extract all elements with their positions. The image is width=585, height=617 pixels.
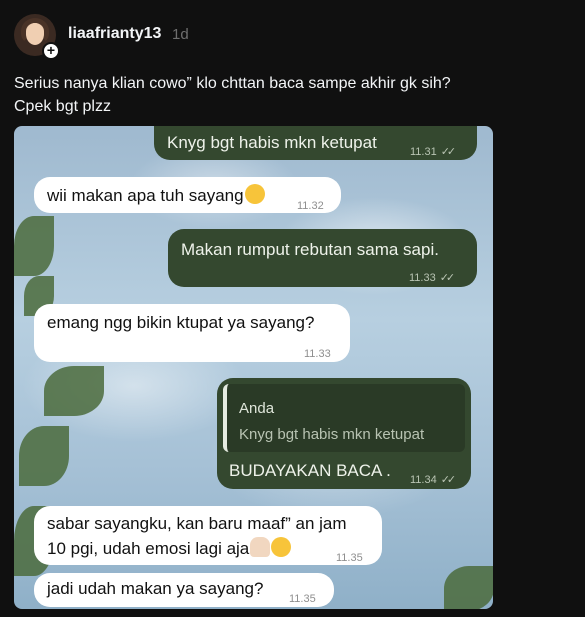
message-bubble-in[interactable]: emang ngg bikin ktupat ya sayang? 11.33 [34, 304, 350, 362]
message-time: 11.31 ✓✓ [410, 146, 457, 158]
message-time: 11.35 [289, 593, 316, 605]
post-caption: Serius nanya klian cowo” klo chttan baca… [14, 72, 554, 118]
message-time: 11.33 ✓✓ [409, 272, 456, 284]
follow-plus-icon[interactable]: + [42, 42, 60, 60]
leaf-decoration [14, 216, 54, 276]
avatar-face [26, 23, 44, 45]
quote-author: Anda [239, 400, 275, 417]
leaf-decoration [44, 366, 104, 416]
caption-line: Serius nanya klian cowo” klo chttan baca… [14, 75, 451, 92]
message-text: 10 pgi, udah emosi lagi aja [47, 537, 292, 560]
message-text: Knyg bgt habis mkn ketupat [167, 133, 377, 152]
read-ticks-icon: ✓✓ [439, 272, 456, 284]
read-ticks-icon: ✓✓ [440, 474, 457, 486]
message-bubble-in[interactable]: sabar sayangku, kan baru maaf” an jam 10… [34, 506, 382, 565]
message-time: 11.34 ✓✓ [410, 474, 457, 486]
message-time: 11.32 [297, 200, 324, 212]
message-text: emang ngg bikin ktupat ya sayang? [47, 313, 315, 332]
message-bubble-out[interactable]: Knyg bgt habis mkn ketupat 11.31 ✓✓ [154, 126, 477, 160]
leaf-decoration [444, 566, 493, 609]
message-bubble-in[interactable]: jadi udah makan ya sayang? 11.35 [34, 573, 334, 607]
message-bubble-out[interactable]: Anda Knyg bgt habis mkn ketupat BUDAYAKA… [217, 378, 471, 489]
message-time: 11.33 [304, 348, 331, 360]
pleading-face-emoji [271, 537, 292, 557]
chat-screenshot[interactable]: Knyg bgt habis mkn ketupat 11.31 ✓✓ wii m… [14, 126, 493, 609]
leaf-decoration [19, 426, 69, 486]
message-text: jadi udah makan ya sayang? [47, 579, 264, 598]
avatar[interactable]: + [14, 14, 60, 60]
message-text: Makan rumput rebutan sama sapi. [181, 240, 439, 259]
folded-hands-emoji [250, 537, 271, 557]
quote-text: Knyg bgt habis mkn ketupat [239, 426, 425, 443]
post-age: 1d [172, 26, 189, 43]
shushing-face-emoji [244, 184, 265, 204]
message-text: BUDAYAKAN BACA . [229, 461, 391, 480]
message-bubble-out[interactable]: Makan rumput rebutan sama sapi. 11.33 ✓✓ [168, 229, 477, 287]
quoted-message[interactable]: Anda Knyg bgt habis mkn ketupat [223, 384, 465, 452]
message-bubble-in[interactable]: wii makan apa tuh sayang 11.32 [34, 177, 341, 213]
caption-line: Cpek bgt plzz [14, 98, 111, 115]
username[interactable]: liaafrianty13 [68, 25, 161, 43]
message-text: wii makan apa tuh sayang [47, 184, 265, 207]
read-ticks-icon: ✓✓ [440, 146, 457, 158]
message-text: sabar sayangku, kan baru maaf” an jam [47, 514, 347, 533]
message-time: 11.35 [336, 552, 363, 564]
